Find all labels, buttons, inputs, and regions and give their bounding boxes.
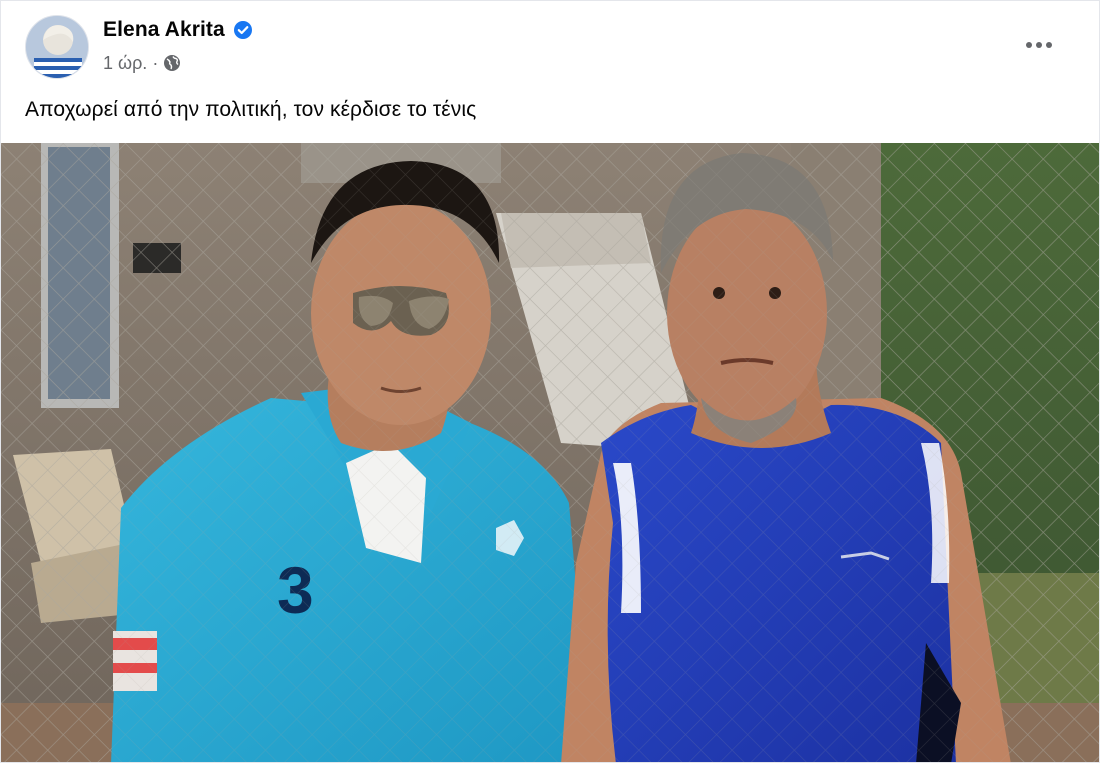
avatar-image <box>26 16 88 78</box>
more-options-button[interactable] <box>1019 27 1059 63</box>
verified-badge-icon <box>233 20 253 40</box>
author-name[interactable]: Elena Akrita <box>103 18 225 42</box>
globe-icon[interactable] <box>163 54 181 72</box>
post-timestamp[interactable]: 1 ώρ. <box>103 53 147 74</box>
post-caption: Αποχωρεί από την πολιτική, τον κέρδισε τ… <box>25 98 477 121</box>
author-row: Elena Akrita <box>103 17 253 43</box>
photo-image: 3 <box>1 143 1099 762</box>
post-photo[interactable]: 3 <box>1 143 1099 762</box>
facebook-post: Elena Akrita 1 ώρ. · Αποχωρεί από την πο… <box>0 0 1100 763</box>
more-options-icon <box>1026 42 1052 48</box>
author-avatar[interactable] <box>25 15 89 79</box>
meta-separator: · <box>152 52 159 73</box>
post-meta: 1 ώρ. · <box>103 52 181 74</box>
post-header: Elena Akrita 1 ώρ. · <box>1 1 1099 89</box>
